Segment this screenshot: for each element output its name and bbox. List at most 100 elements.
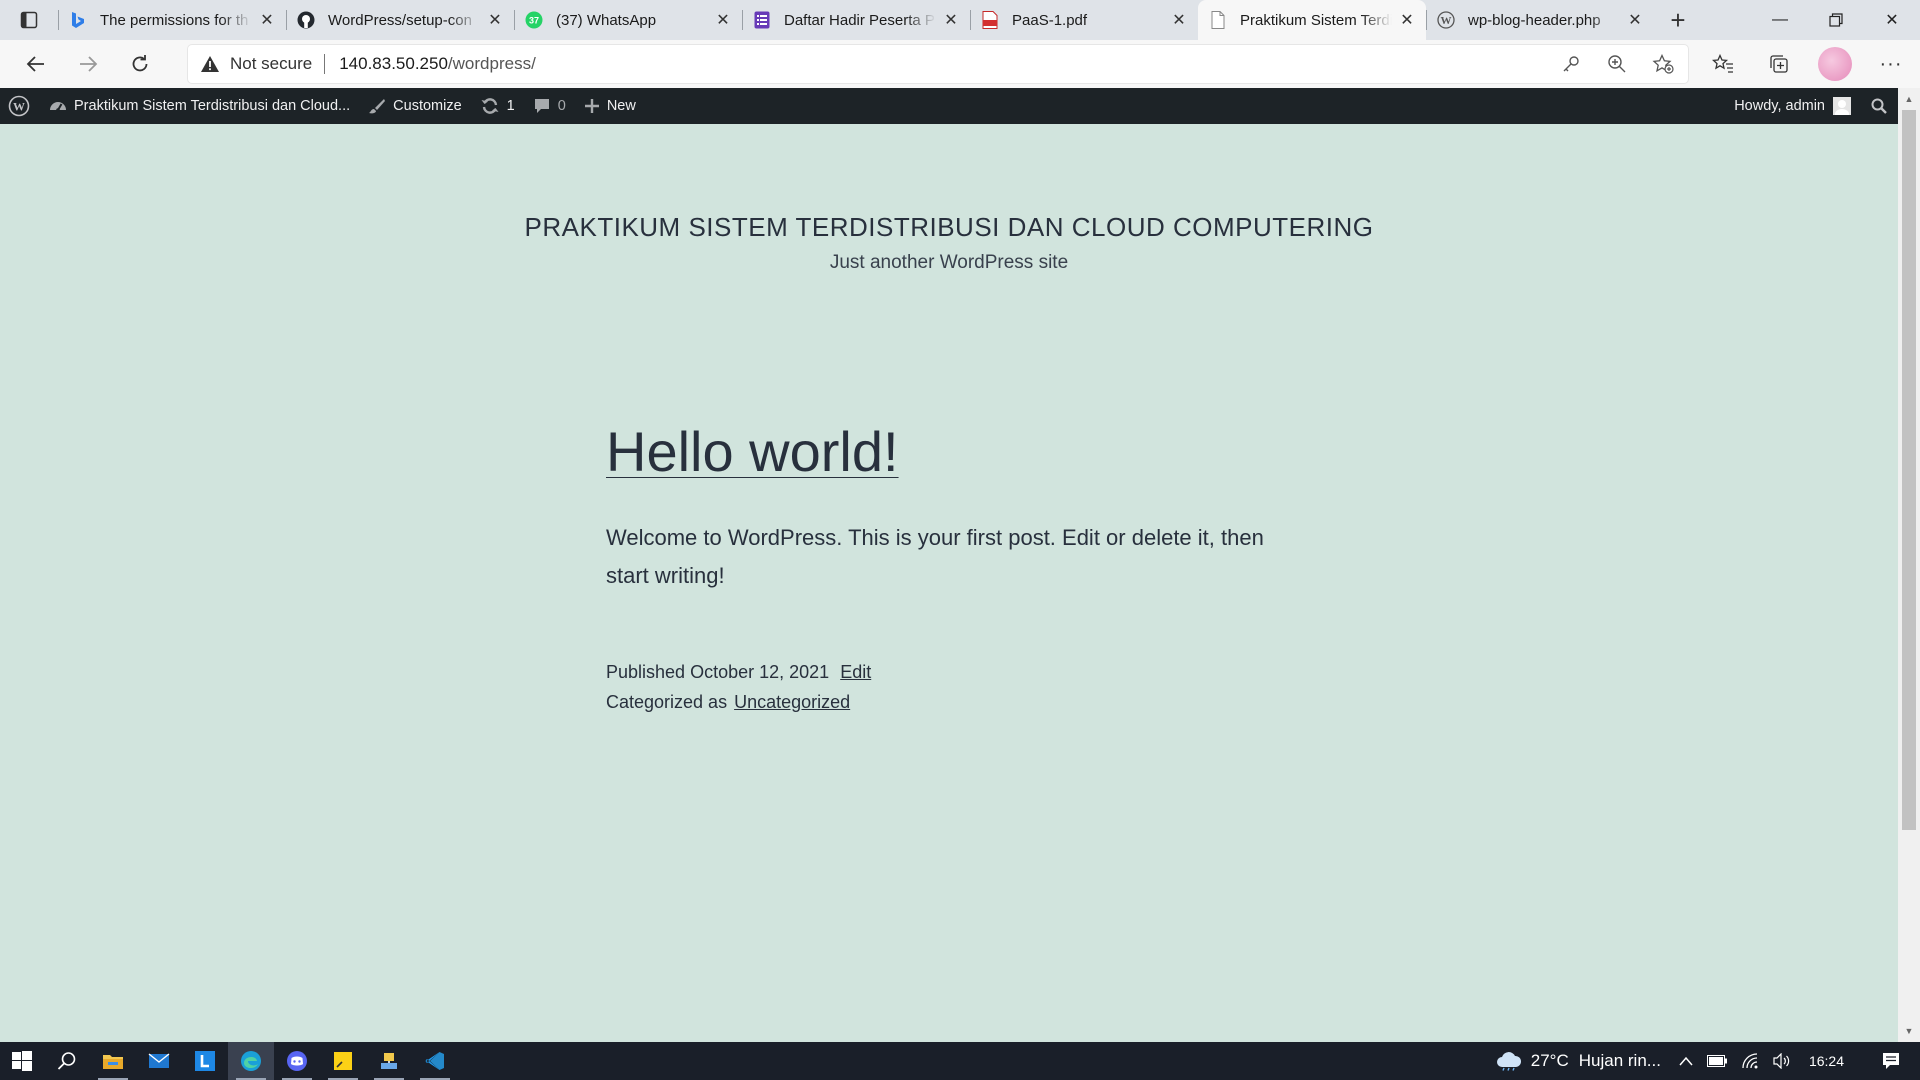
- site-name-menu[interactable]: Praktikum Sistem Terdistribusi dan Cloud…: [40, 88, 359, 124]
- volume-icon[interactable]: [1773, 1053, 1791, 1069]
- taskbar-clock[interactable]: 16:24: [1809, 1053, 1844, 1069]
- wordpress-logo-icon: W: [8, 95, 30, 117]
- address-bar[interactable]: Not secure 140.83.50.250/wordpress/: [188, 45, 1688, 83]
- updates-count: 1: [506, 98, 515, 114]
- wifi-icon[interactable]: [1741, 1053, 1759, 1069]
- scroll-down-icon[interactable]: ▼: [1898, 1022, 1920, 1040]
- tab-separator: [742, 10, 743, 30]
- customize-link[interactable]: Customize: [359, 88, 471, 124]
- close-tab-icon[interactable]: ✕: [1170, 11, 1188, 29]
- browser-tab[interactable]: PaaS-1.pdf ✕: [970, 0, 1198, 40]
- forms-icon: [752, 10, 772, 30]
- updates-link[interactable]: 1: [471, 88, 524, 124]
- my-account-menu[interactable]: Howdy, admin: [1725, 88, 1860, 124]
- browser-tab-strip: The permissions for th ✕ WordPress/setup…: [0, 0, 1920, 40]
- back-button[interactable]: [10, 44, 62, 84]
- discord-icon[interactable]: [274, 1042, 320, 1080]
- github-icon: [296, 10, 316, 30]
- new-content-menu[interactable]: New: [575, 88, 645, 124]
- collections-icon[interactable]: [1762, 47, 1796, 81]
- close-tab-icon[interactable]: ✕: [486, 11, 504, 29]
- bing-icon: [68, 10, 88, 30]
- comments-link[interactable]: 0: [524, 88, 575, 124]
- url-text[interactable]: 140.83.50.250/wordpress/: [339, 54, 1558, 74]
- file-explorer-icon[interactable]: [90, 1042, 136, 1080]
- close-tab-icon[interactable]: ✕: [1626, 11, 1644, 29]
- restore-icon[interactable]: [1808, 0, 1864, 40]
- search-icon[interactable]: [44, 1042, 90, 1080]
- security-label[interactable]: Not secure: [230, 54, 312, 74]
- tab-title: Praktikum Sistem Terdi: [1240, 11, 1392, 29]
- chevron-up-icon[interactable]: [1679, 1056, 1693, 1066]
- close-tab-icon[interactable]: ✕: [942, 11, 960, 29]
- start-icon[interactable]: [0, 1042, 44, 1080]
- published-date: October 12, 2021: [690, 662, 830, 683]
- mail-icon[interactable]: [136, 1042, 182, 1080]
- battery-icon[interactable]: [1706, 1055, 1727, 1067]
- tab-actions-icon[interactable]: [0, 0, 58, 40]
- edit-post-link[interactable]: Edit: [840, 662, 871, 682]
- wp-logo-menu[interactable]: W: [0, 88, 40, 124]
- zoom-icon[interactable]: [1604, 54, 1630, 74]
- browser-tab[interactable]: The permissions for th ✕: [58, 0, 286, 40]
- tab-title: PaaS-1.pdf: [1012, 11, 1088, 29]
- vscode-icon[interactable]: [412, 1042, 458, 1080]
- notification-center-icon[interactable]: [1874, 1052, 1908, 1070]
- browser-tab[interactable]: WordPress/setup-con ✕: [286, 0, 514, 40]
- tab-title: WordPress/setup-con: [328, 11, 472, 29]
- close-window-icon[interactable]: ✕: [1864, 0, 1920, 40]
- whatsapp-icon: 37: [524, 10, 544, 30]
- browser-tab[interactable]: W wp-blog-header.php ✕: [1426, 0, 1654, 40]
- tab-title: The permissions for th: [100, 11, 249, 29]
- browser-tools: ···: [1706, 47, 1908, 81]
- tab-title: wp-blog-header.php: [1468, 11, 1601, 29]
- key-icon[interactable]: [1558, 55, 1584, 73]
- weather-temp: 27°C: [1530, 1051, 1569, 1070]
- warning-icon[interactable]: [200, 55, 222, 73]
- svg-text:W: W: [1441, 15, 1452, 27]
- categorized-prefix: Categorized as: [606, 692, 728, 713]
- site-title[interactable]: PRAKTIKUM SISTEM TERDISTRIBUSI DAN CLOUD…: [0, 212, 1898, 243]
- updates-icon: [480, 97, 500, 115]
- admin-bar-search[interactable]: [1860, 88, 1898, 124]
- network-tool-icon[interactable]: [366, 1042, 412, 1080]
- url-path: /wordpress/: [447, 54, 536, 73]
- tab-separator: [970, 10, 971, 30]
- post-title-link[interactable]: Hello world!: [606, 418, 1306, 485]
- category-link[interactable]: Uncategorized: [734, 692, 850, 712]
- weather-widget[interactable]: 27°C Hujan rin...: [1495, 1051, 1661, 1071]
- customize-label: Customize: [393, 98, 462, 114]
- favorites-icon[interactable]: [1706, 47, 1740, 81]
- browser-tab-active[interactable]: Praktikum Sistem Terdi ✕: [1198, 0, 1426, 40]
- sticky-notes-icon[interactable]: [320, 1042, 366, 1080]
- tab-title: Daftar Hadir Peserta P: [784, 11, 935, 29]
- forward-button[interactable]: [62, 44, 114, 84]
- user-avatar: [1833, 97, 1851, 115]
- refresh-button[interactable]: [114, 44, 166, 84]
- post-body: Welcome to WordPress. This is your first…: [606, 525, 1264, 589]
- post-published: Published October 12, 2021 Edit: [606, 657, 1306, 687]
- new-tab-button[interactable]: +: [1654, 0, 1702, 40]
- browser-tab[interactable]: 37 (37) WhatsApp ✕: [514, 0, 742, 40]
- more-options-icon[interactable]: ···: [1874, 47, 1908, 81]
- tray-icons: [1679, 1053, 1791, 1069]
- close-tab-icon[interactable]: ✕: [714, 11, 732, 29]
- minimize-icon[interactable]: —: [1752, 0, 1808, 40]
- close-tab-icon[interactable]: ✕: [258, 11, 276, 29]
- comment-icon: [533, 97, 551, 115]
- scroll-up-icon[interactable]: ▲: [1898, 90, 1920, 108]
- edge-icon[interactable]: [228, 1042, 274, 1080]
- new-label: New: [606, 98, 636, 114]
- pdf-icon: [980, 10, 1000, 30]
- scroll-thumb[interactable]: [1902, 110, 1916, 830]
- browser-tab[interactable]: Daftar Hadir Peserta P ✕: [742, 0, 970, 40]
- profile-avatar[interactable]: [1818, 47, 1852, 81]
- close-tab-icon[interactable]: ✕: [1398, 11, 1416, 29]
- page-scrollbar[interactable]: ▲ ▼: [1898, 88, 1920, 1042]
- lync-icon[interactable]: [182, 1042, 228, 1080]
- site-content: PRAKTIKUM SISTEM TERDISTRIBUSI DAN CLOUD…: [0, 124, 1898, 1042]
- tab-title: (37) WhatsApp: [556, 11, 657, 29]
- add-favorite-icon[interactable]: [1650, 54, 1676, 74]
- svg-text:W: W: [13, 100, 25, 114]
- windows-taskbar: 27°C Hujan rin... 16:24: [0, 1042, 1920, 1080]
